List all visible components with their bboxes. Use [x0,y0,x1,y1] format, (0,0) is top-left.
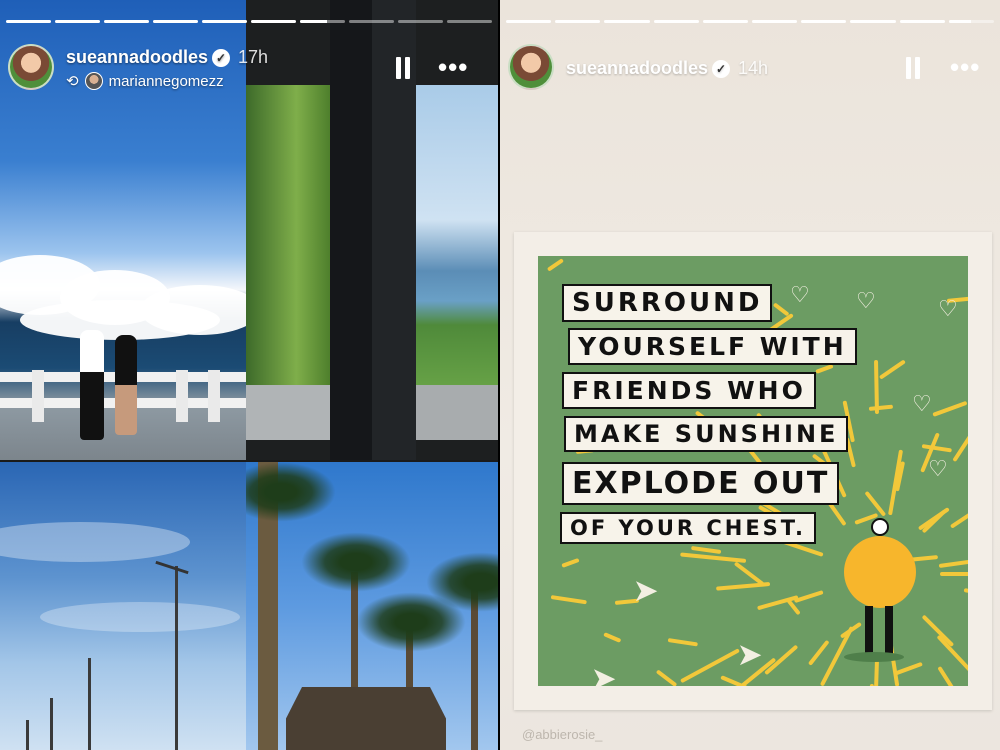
story-header: sueannadoodles ✓ 17h ⟲ mariannegomezz ••• [8,44,488,94]
photo-palm-trees [246,462,498,750]
username[interactable]: sueannadoodles ✓ 17h [66,47,268,68]
sun-ray [921,444,952,453]
timestamp: 17h [238,47,269,67]
progress-segment [948,20,995,23]
sun-ray [878,359,906,380]
sun-ray [963,587,968,600]
sun-ray [807,639,830,666]
more-options-icon[interactable]: ••• [950,52,980,83]
timestamp: 14h [738,58,769,78]
arrow-icon: ➤ [738,639,762,670]
progress-segment [104,20,149,23]
sun-ray [691,546,722,555]
progress-segment [653,20,699,23]
heart-icon: ♡ [938,296,958,321]
sun-ray [772,302,790,317]
arrow-icon: ➤ [634,575,658,606]
story-progress-bar [506,20,995,23]
pause-icon[interactable] [394,57,412,79]
sunshine-ball [844,536,916,608]
quote-line: EXPLODE OUT [562,462,840,505]
progress-segment [153,20,198,23]
sun-ray [940,572,968,576]
sun-ray [667,638,698,647]
progress-segment [506,20,552,23]
character-head [871,518,889,536]
heart-icon: ♡ [912,391,932,416]
character-legs [865,606,893,654]
quote-line: MAKE SUNSHINE [564,416,849,452]
progress-segment [555,20,601,23]
sun-ray [546,258,564,272]
more-options-icon[interactable]: ••• [438,52,468,83]
poster-artwork: ♡ ♡ ♡ ♡ ♡ ➤ ➤ ➤ SURROUND YOURSELF WITH F… [538,256,968,686]
sun-ray [680,648,741,684]
quote-line: SURROUND [562,284,773,322]
story-header: sueannadoodles ✓ 14h ••• [508,44,990,94]
progress-segment [6,20,51,23]
character-ground [844,652,904,662]
sun-ray [868,683,875,686]
quote-line: OF YOUR CHEST. [560,512,816,544]
progress-segment [251,20,296,23]
progress-segment [702,20,749,23]
story-viewer-left[interactable]: sueannadoodles ✓ 17h ⟲ mariannegomezz ••• [0,0,498,750]
quote-line: FRIENDS WHO [562,372,816,409]
verified-badge-icon: ✓ [212,49,231,67]
sun-ray [839,621,862,639]
sun-ray [932,400,968,417]
sun-ray [937,665,968,686]
heart-icon: ♡ [928,456,948,481]
sun-ray [561,557,580,568]
quote-line: YOURSELF WITH [568,328,857,365]
avatar[interactable] [8,44,54,90]
pause-icon[interactable] [904,57,922,79]
sun-ray [550,595,587,605]
arrow-icon: ➤ [592,663,616,686]
sun-ray [921,614,954,648]
username-text[interactable]: sueannadoodles [66,47,208,67]
progress-segment [752,20,798,23]
repost-avatar [84,72,103,90]
username-text[interactable]: sueannadoodles [566,58,708,78]
sun-ray [952,414,968,463]
sun-ray [939,558,968,568]
progress-segment [447,20,492,23]
heart-icon: ♡ [856,288,876,313]
heart-icon: ♡ [790,282,810,307]
avatar[interactable] [508,44,554,90]
progress-segment [850,20,896,23]
progress-segment [398,20,443,23]
repost-username[interactable]: mariannegomezz [109,73,224,90]
repost-icon: ⟲ [66,73,79,90]
progress-segment [899,20,945,23]
progress-segment [202,20,247,23]
sun-ray [917,507,950,531]
sun-ray [655,669,678,686]
progress-segment [300,20,345,23]
story-progress-bar [6,20,492,23]
verified-badge-icon: ✓ [712,60,731,78]
photo-sky-lampposts [0,462,246,750]
quote-poster: ♡ ♡ ♡ ♡ ♡ ➤ ➤ ➤ SURROUND YOURSELF WITH F… [514,232,992,710]
sun-ray [733,561,765,587]
sun-ray [603,632,622,643]
progress-segment [349,20,394,23]
sun-ray [815,363,834,374]
username[interactable]: sueannadoodles ✓ 14h [566,58,768,79]
repost-info[interactable]: ⟲ mariannegomezz [66,72,224,90]
progress-segment [801,20,847,23]
progress-segment [604,20,650,23]
sun-ray [873,658,880,686]
sun-ray [949,502,968,529]
artist-credit[interactable]: @abbierosie_ [522,727,602,742]
sun-ray [893,661,923,676]
progress-segment [55,20,100,23]
sun-ray [868,404,894,411]
